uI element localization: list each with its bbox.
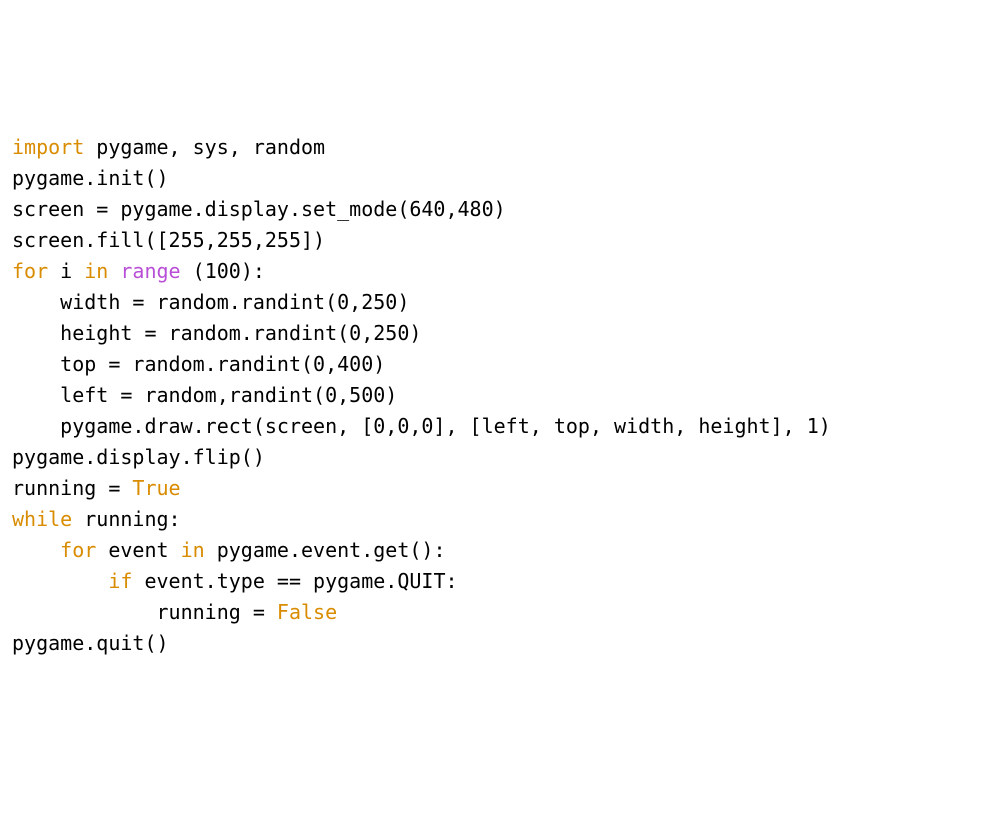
code-line: width = random.randint(0,250) bbox=[12, 287, 990, 318]
code-block: import pygame, sys, random pygame.init() s… bbox=[12, 132, 990, 659]
code-token: top = random.randint(0,400) bbox=[12, 352, 385, 376]
code-line: import pygame, sys, random bbox=[12, 132, 990, 163]
code-token: while bbox=[12, 507, 72, 531]
code-line: screen.fill([255,255,255]) bbox=[12, 225, 990, 256]
code-line: for i in range (100): bbox=[12, 256, 990, 287]
code-token: in bbox=[181, 538, 205, 562]
code-token: pygame.init() bbox=[12, 166, 169, 190]
code-token: left = random,randint(0,500) bbox=[12, 383, 397, 407]
code-line: running = False bbox=[12, 597, 990, 628]
code-line: left = random,randint(0,500) bbox=[12, 380, 990, 411]
code-token bbox=[12, 538, 60, 562]
code-token: (100): bbox=[181, 259, 265, 283]
code-token: pygame.event.get(): bbox=[205, 538, 446, 562]
code-token: pygame.display.flip() bbox=[12, 445, 265, 469]
code-token: pygame, sys, random bbox=[84, 135, 325, 159]
code-token: for bbox=[60, 538, 96, 562]
code-token: width = random.randint(0,250) bbox=[12, 290, 409, 314]
code-token: running = bbox=[12, 476, 132, 500]
code-line: pygame.quit() bbox=[12, 628, 990, 659]
code-line: pygame.init() bbox=[12, 163, 990, 194]
code-token: event.type == pygame.QUIT: bbox=[132, 569, 457, 593]
code-line: height = random.randint(0,250) bbox=[12, 318, 990, 349]
code-line: running = True bbox=[12, 473, 990, 504]
code-line: screen = pygame.display.set_mode(640,480… bbox=[12, 194, 990, 225]
code-token: False bbox=[277, 600, 337, 624]
code-token bbox=[12, 569, 108, 593]
code-line: pygame.draw.rect(screen, [0,0,0], [left,… bbox=[12, 411, 990, 442]
code-token: range bbox=[120, 259, 180, 283]
code-token: import bbox=[12, 135, 84, 159]
code-token: running: bbox=[72, 507, 180, 531]
code-token: pygame.quit() bbox=[12, 631, 169, 655]
code-token: True bbox=[132, 476, 180, 500]
code-token: for bbox=[12, 259, 48, 283]
code-line: for event in pygame.event.get(): bbox=[12, 535, 990, 566]
code-line: pygame.display.flip() bbox=[12, 442, 990, 473]
code-token: screen = pygame.display.set_mode(640,480… bbox=[12, 197, 506, 221]
code-token: i bbox=[48, 259, 84, 283]
code-token: running = bbox=[12, 600, 277, 624]
code-token: height = random.randint(0,250) bbox=[12, 321, 421, 345]
code-token: screen.fill([255,255,255]) bbox=[12, 228, 325, 252]
code-token: if bbox=[108, 569, 132, 593]
code-line: while running: bbox=[12, 504, 990, 535]
code-token bbox=[108, 259, 120, 283]
code-token: pygame.draw.rect(screen, [0,0,0], [left,… bbox=[12, 414, 831, 438]
code-token: in bbox=[84, 259, 108, 283]
code-token: event bbox=[96, 538, 180, 562]
code-line: if event.type == pygame.QUIT: bbox=[12, 566, 990, 597]
code-line: top = random.randint(0,400) bbox=[12, 349, 990, 380]
